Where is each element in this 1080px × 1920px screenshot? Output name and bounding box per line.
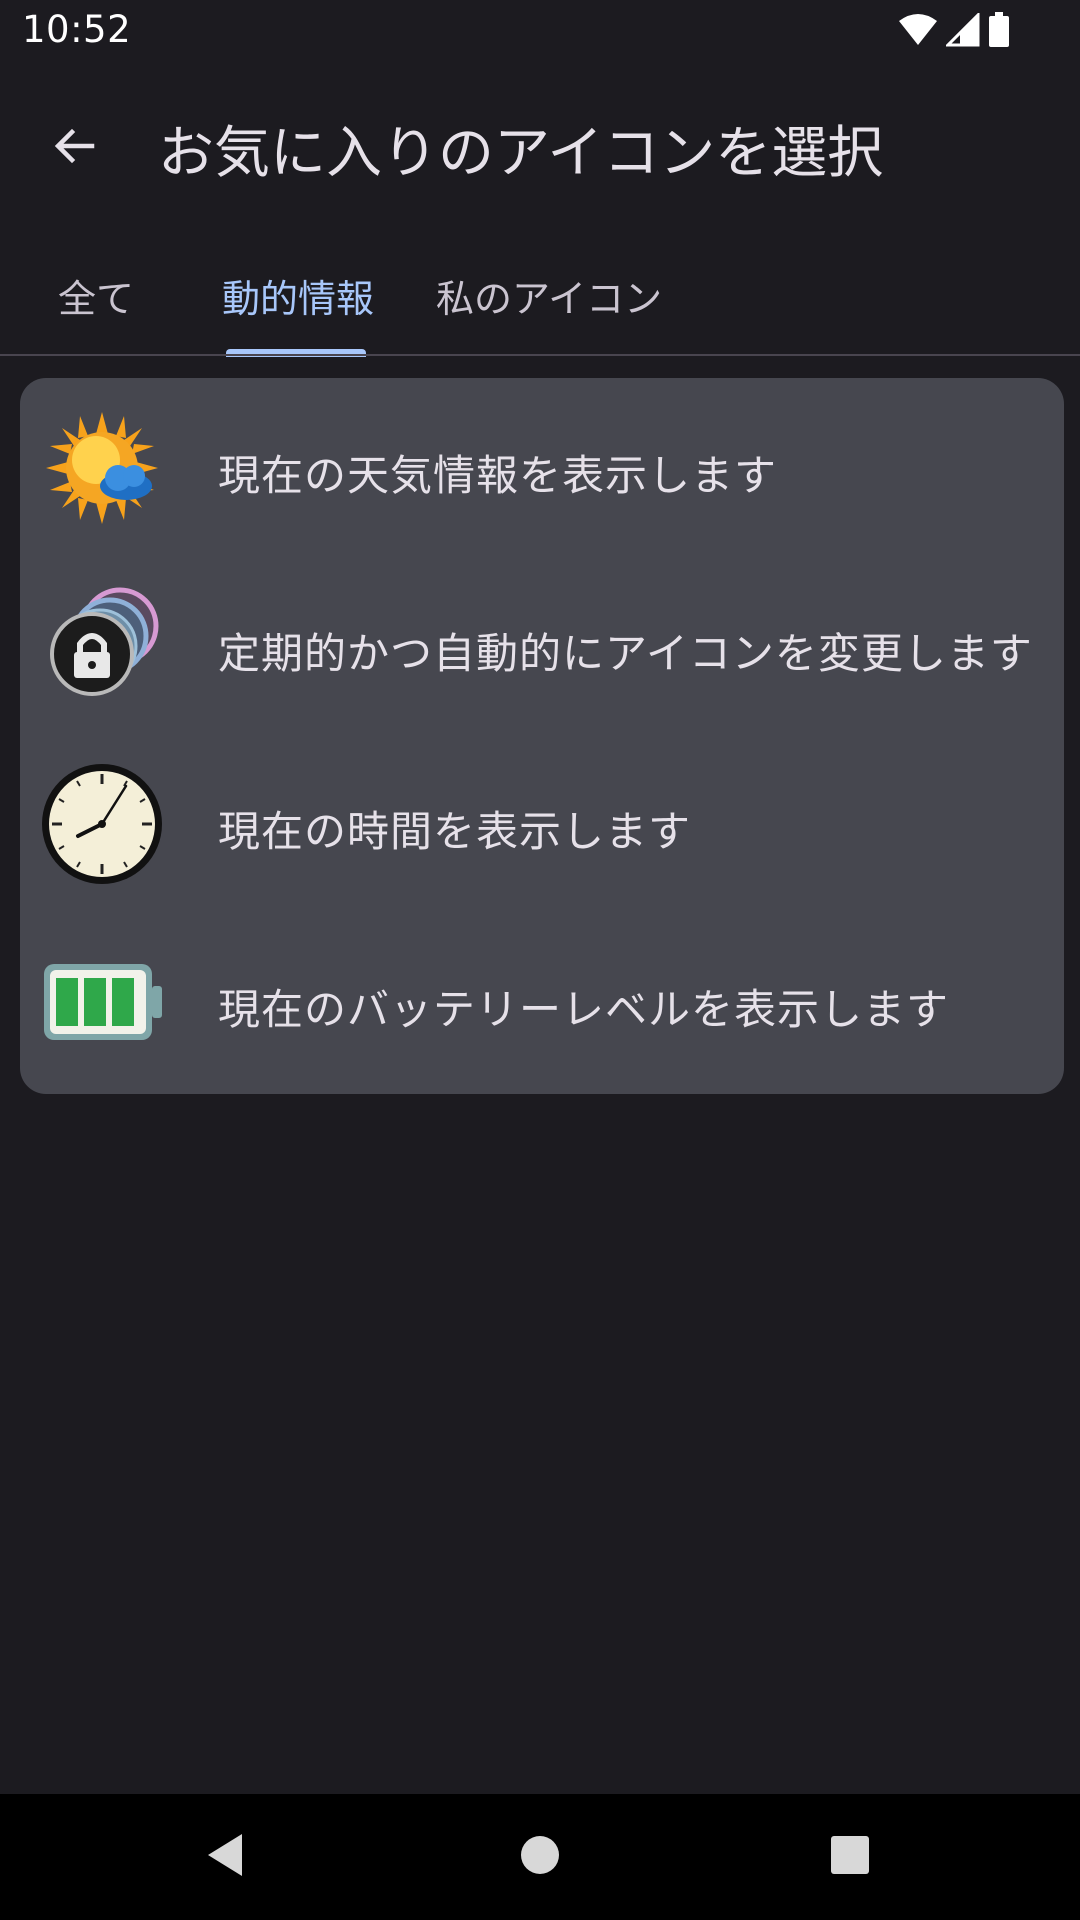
nav-home-button[interactable]	[505, 1822, 575, 1892]
list-item-battery[interactable]: 現在のバッテリーレベルを表示します	[20, 912, 1064, 1090]
app-bar: お気に入りのアイコンを選択	[0, 96, 1080, 200]
tab-dynamic-info[interactable]: 動的情報	[222, 268, 374, 330]
list-item-label: 現在の天気情報を表示します	[218, 451, 778, 500]
nav-home-icon	[515, 1830, 565, 1884]
nav-back-button[interactable]	[190, 1822, 260, 1892]
wifi-icon	[898, 13, 938, 51]
list-item-weather[interactable]: 現在の天気情報を表示します	[20, 378, 1064, 556]
page-title: お気に入りのアイコンを選択	[158, 121, 884, 186]
clock-icon	[40, 762, 164, 886]
list-item-clock[interactable]: 現在の時間を表示します	[20, 734, 1064, 912]
status-icons	[898, 11, 1010, 52]
nav-recents-button[interactable]	[815, 1822, 885, 1892]
weather-sun-cloud-icon	[40, 406, 164, 530]
status-time: 10:52	[22, 8, 132, 51]
tabs-divider	[0, 354, 1080, 356]
status-bar: 10:52	[0, 0, 1080, 64]
list-item-label: 現在のバッテリーレベルを表示します	[218, 985, 950, 1034]
nav-back-icon	[200, 1830, 250, 1884]
dynamic-icons-card: 現在の天気情報を表示します 定期的かつ自動的にアイコンを変更します 現在の時間を…	[20, 378, 1064, 1094]
tab-bar: 全て 動的情報 私のアイコン	[0, 248, 1080, 357]
list-item-label: 定期的かつ自動的にアイコンを変更します	[218, 629, 1033, 678]
tab-all[interactable]: 全て	[58, 268, 134, 330]
cell-signal-icon	[944, 11, 980, 51]
system-nav-bar	[0, 1794, 1080, 1920]
nav-recents-icon	[825, 1830, 875, 1884]
tab-my-icons[interactable]: 私のアイコン	[436, 268, 662, 330]
list-item-label: 現在の時間を表示します	[218, 807, 692, 856]
back-button[interactable]	[30, 116, 118, 180]
list-item-auto-change[interactable]: 定期的かつ自動的にアイコンを変更します	[20, 556, 1064, 734]
battery-icon	[988, 12, 1010, 52]
battery-level-icon	[40, 940, 164, 1064]
arrow-back-icon	[50, 122, 98, 174]
rotating-lock-icons-icon	[40, 584, 164, 708]
